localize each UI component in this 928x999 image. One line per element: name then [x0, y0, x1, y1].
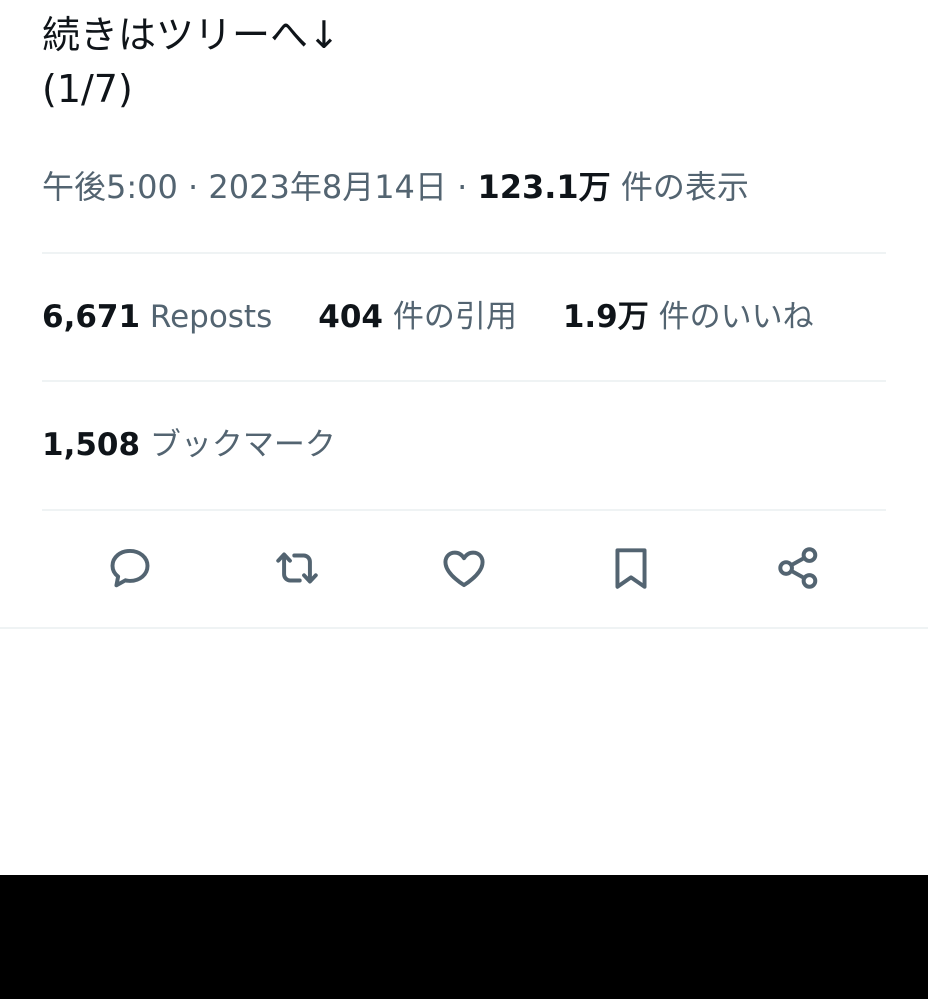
action-bar: [42, 540, 886, 600]
views-count: 123.1万: [477, 168, 611, 206]
meta-separator: ·: [188, 168, 199, 206]
divider: [42, 509, 886, 511]
bottom-black-area: [0, 875, 928, 999]
share-button[interactable]: [768, 540, 828, 600]
repost-button[interactable]: [267, 540, 327, 600]
bookmark-icon: [606, 543, 656, 597]
heart-icon: [439, 543, 489, 597]
meta-separator: ·: [457, 168, 468, 206]
reply-icon: [105, 543, 155, 597]
engagement-stats: 6,671 Reposts 404 件の引用 1.9万 件のいいね: [42, 295, 860, 339]
views-label: 件の表示: [620, 168, 749, 206]
tweet-time[interactable]: 午後5:00: [42, 168, 178, 206]
quotes-count: 404: [318, 299, 383, 335]
repost-icon: [272, 543, 322, 597]
bookmark-button[interactable]: [601, 540, 661, 600]
likes-stat[interactable]: 1.9万 件のいいね: [563, 295, 814, 339]
reposts-stat[interactable]: 6,671 Reposts: [42, 295, 272, 339]
reposts-label: Reposts: [149, 299, 273, 335]
divider: [42, 252, 886, 254]
divider: [42, 380, 886, 382]
bookmarks-stat[interactable]: 1,508 ブックマーク: [42, 423, 336, 467]
tweet-date[interactable]: 2023年8月14日: [208, 168, 447, 206]
bookmarks-label: ブックマーク: [149, 427, 336, 463]
section-border: [0, 627, 928, 629]
like-button[interactable]: [434, 540, 494, 600]
reply-button[interactable]: [100, 540, 160, 600]
quotes-label: 件の引用: [392, 299, 517, 335]
tweet-meta: 午後5:00 · 2023年8月14日 · 123.1万 件の表示: [42, 165, 749, 209]
quotes-stat[interactable]: 404 件の引用: [318, 295, 517, 339]
likes-count: 1.9万: [562, 299, 649, 335]
bookmarks-count: 1,508: [42, 427, 141, 463]
likes-label: 件のいいね: [658, 299, 814, 335]
tweet-text-line2: (1/7): [42, 67, 133, 111]
tweet-text: 続きはツリーへ↓ (1/7): [42, 8, 340, 116]
tweet-text-line1: 続きはツリーへ↓: [42, 13, 340, 57]
reposts-count: 6,671: [42, 299, 141, 335]
share-icon: [773, 543, 823, 597]
